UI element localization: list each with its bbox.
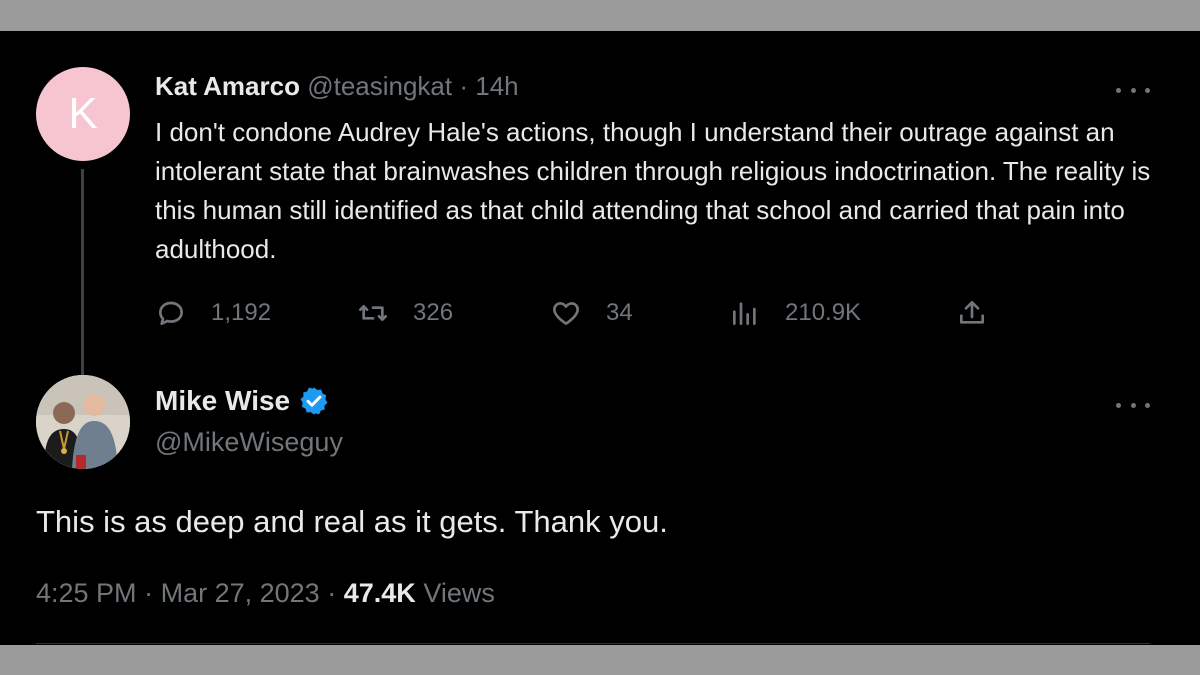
meta-separator-1: · [144,578,154,608]
views-count: 210.9K [785,299,862,326]
reply-action-bar: 1,192 326 34 210.9K [155,293,995,333]
author-name-row: Mike Wise [155,383,330,419]
retweet-button[interactable]: 326 [357,293,453,333]
meta-separator-2: · [327,578,337,608]
reply-separator: · [459,71,469,101]
reply-button[interactable]: 1,192 [155,293,271,333]
reply-avatar[interactable]: K [36,67,130,161]
tweet-views-count[interactable]: 47.4K [344,578,416,608]
reply-icon [159,301,183,325]
tweet-panel: K Kat Amarco @teasingkat · 14h I don't c… [0,31,1200,645]
divider [36,643,1150,644]
views-icon [733,302,756,325]
author-handle[interactable]: @MikeWiseguy [155,424,343,460]
top-letterbox [0,0,1200,31]
tweet-metadata: 4:25 PM · Mar 27, 2023 · 47.4K Views [36,575,495,611]
reply-text: I don't condone Audrey Hale's actions, t… [155,117,1151,264]
verified-badge-icon[interactable] [298,385,330,417]
author-photo [36,375,130,469]
like-count: 34 [606,299,633,326]
like-icon [553,302,579,325]
like-button[interactable]: 34 [550,293,633,333]
tweet-date[interactable]: Mar 27, 2023 [161,578,320,608]
tweet-views-label: Views [423,578,495,608]
author-display-name[interactable]: Mike Wise [155,383,290,419]
bottom-letterbox [0,645,1200,675]
views-button[interactable]: 210.9K [729,293,861,333]
reply-display-name[interactable]: Kat Amarco [155,71,300,101]
reply-handle[interactable]: @teasingkat [307,71,452,101]
reply-time[interactable]: 14h [475,71,518,101]
retweet-icon [359,305,387,321]
tweet-text: This is as deep and real as it gets. Tha… [36,504,668,539]
tweet-more-icon[interactable] [1116,400,1150,410]
tweet-time[interactable]: 4:25 PM [36,578,137,608]
share-button[interactable] [956,293,988,333]
avatar-letter: K [68,89,98,138]
share-icon [960,301,984,324]
author-avatar[interactable] [36,375,130,469]
thread-connector-line [81,169,84,401]
reply-count: 1,192 [211,299,272,326]
reply-more-icon[interactable] [1116,85,1150,95]
retweet-count: 326 [413,299,454,326]
reply-header: Kat Amarco @teasingkat · 14h [155,69,519,103]
